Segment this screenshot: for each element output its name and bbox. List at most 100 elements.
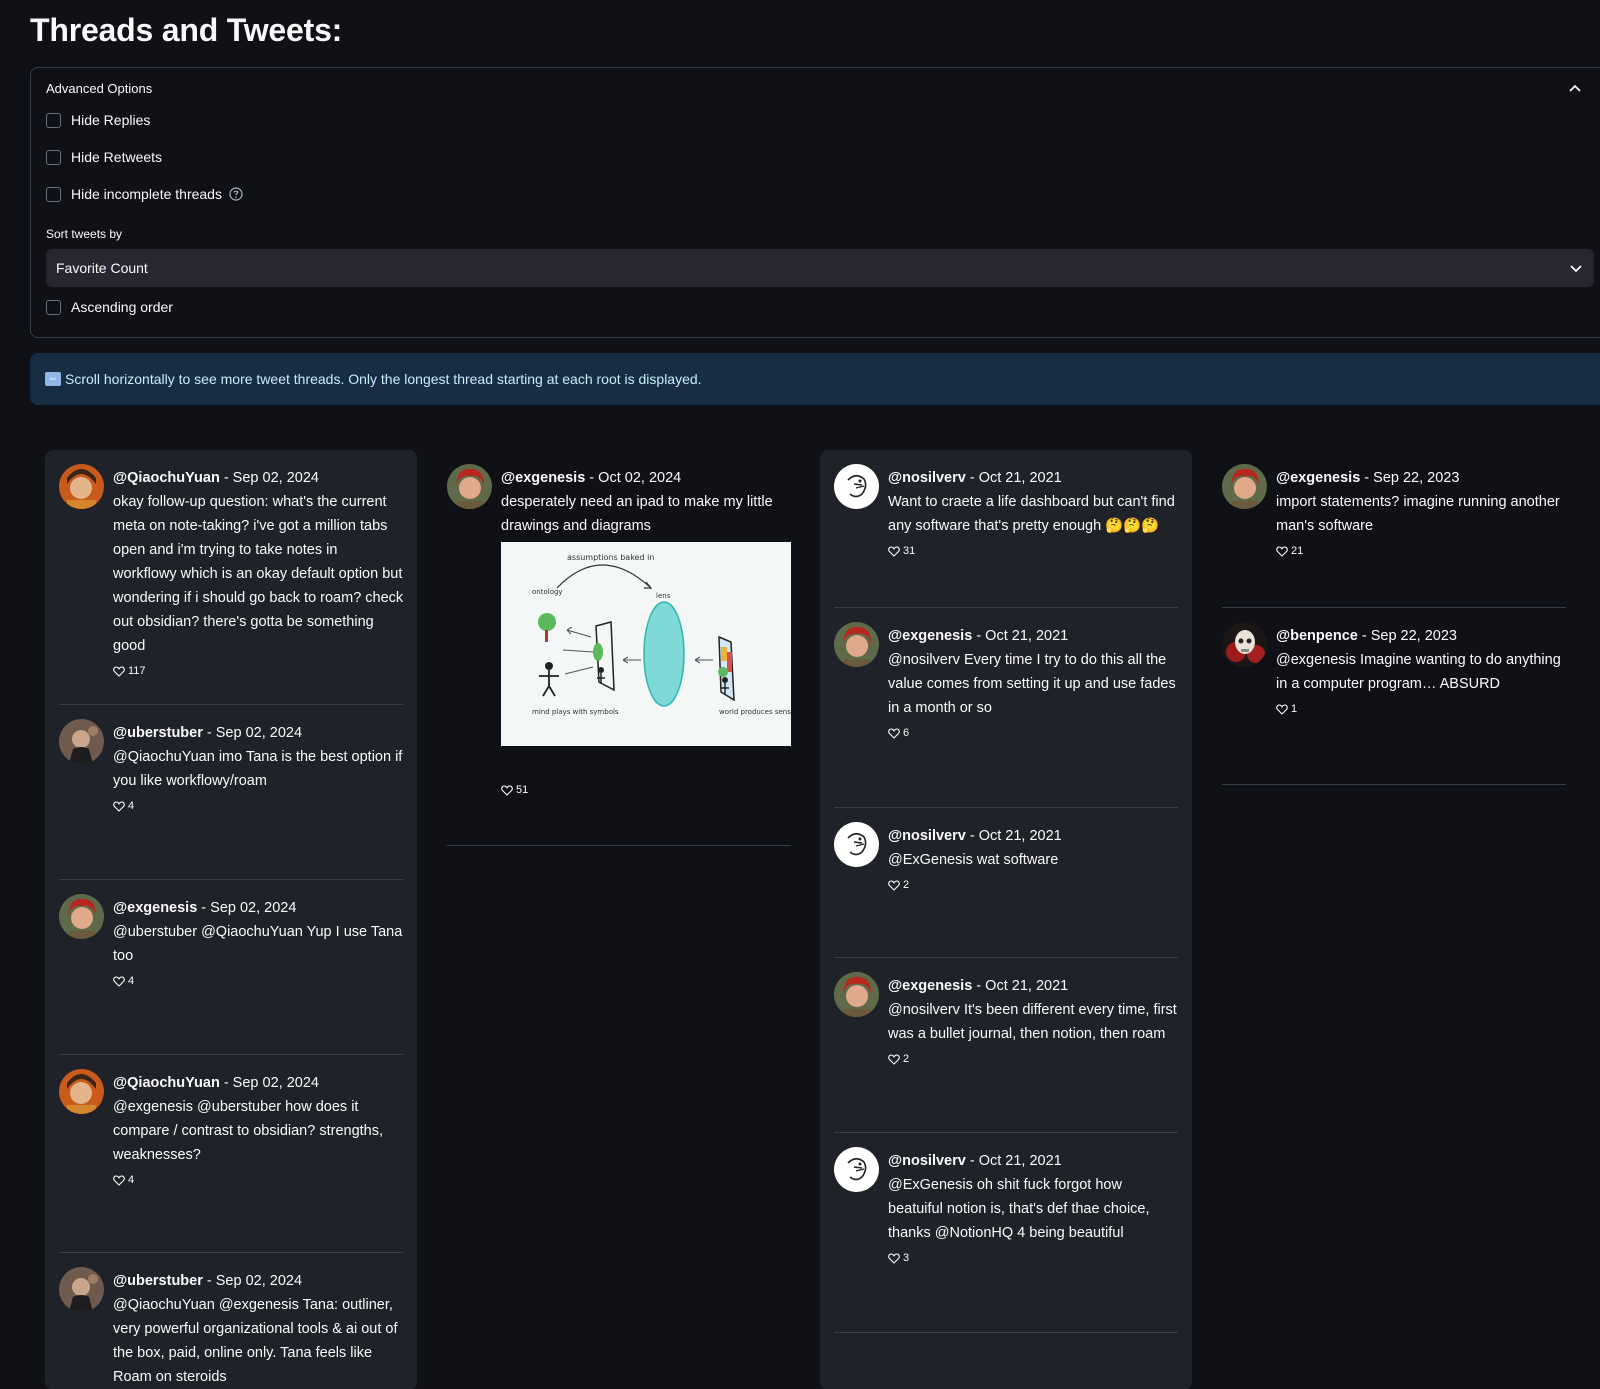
avatar[interactable] xyxy=(834,822,879,867)
tweet-card: @exgenesis - Sep 22, 2023 import stateme… xyxy=(1222,450,1566,608)
like-count: 31 xyxy=(888,539,1180,563)
avatar[interactable] xyxy=(1222,464,1267,509)
tweet-handle[interactable]: @nosilverv xyxy=(888,470,966,486)
checkbox-box[interactable] xyxy=(46,149,61,165)
tweet-text: import statements? imagine running anoth… xyxy=(1276,494,1560,534)
tweet-card: @exgenesis - Sep 02, 2024 @uberstuber @Q… xyxy=(59,880,403,1055)
avatar[interactable] xyxy=(59,894,104,939)
avatar[interactable] xyxy=(59,464,104,509)
like-count: 21 xyxy=(1276,539,1568,563)
hide-incomplete-label: Hide incomplete threads xyxy=(71,186,222,202)
tweet-handle[interactable]: @benpence xyxy=(1276,628,1358,644)
like-count: 4 xyxy=(113,969,405,993)
left-right-arrow-icon: ⇔ xyxy=(45,372,61,386)
like-count: 4 xyxy=(113,794,405,818)
like-count-value: 31 xyxy=(903,545,916,557)
diagram-lens-label: lens xyxy=(656,592,671,600)
tweet-text: Want to craete a life dashboard but can'… xyxy=(888,494,1175,534)
tweet-date: - Sep 02, 2024 xyxy=(202,725,303,741)
tweet-date: - Sep 02, 2024 xyxy=(197,900,297,916)
thread-column-2[interactable]: @exgenesis - Oct 02, 2024 desperately ne… xyxy=(433,450,813,846)
checkbox-box[interactable] xyxy=(46,299,61,315)
tweet-card: @QiaochuYuan - Sep 02, 2024 @exgenesis @… xyxy=(59,1055,403,1253)
tweet-card: @nosilverv - Oct 21, 2021 @ExGenesis wat… xyxy=(834,808,1178,958)
like-count-value: 4 xyxy=(128,800,135,812)
tweet-text: @exgenesis @uberstuber how does it compa… xyxy=(113,1099,384,1163)
like-count: 3 xyxy=(888,1246,1180,1270)
like-count: 51 xyxy=(501,778,793,802)
tweet-date: - Sep 22, 2023 xyxy=(1357,628,1457,644)
avatar[interactable] xyxy=(59,1267,104,1312)
checkbox-box[interactable] xyxy=(46,112,61,128)
avatar[interactable] xyxy=(834,1147,879,1192)
sort-tweets-select[interactable]: Favorite Count xyxy=(46,249,1594,287)
tweet-handle[interactable]: @exgenesis xyxy=(888,978,972,994)
tweet-handle[interactable]: @exgenesis xyxy=(113,900,197,916)
tweet-handle[interactable]: @exgenesis xyxy=(1276,470,1360,486)
avatar[interactable] xyxy=(59,719,104,764)
like-count-value: 4 xyxy=(128,1174,135,1186)
tweet-text: @ExGenesis oh shit fuck forgot how beatu… xyxy=(888,1177,1150,1241)
tweet-text: @uberstuber @QiaochuYuan Yup I use Tana … xyxy=(113,924,403,964)
avatar[interactable] xyxy=(1222,622,1267,667)
avatar[interactable] xyxy=(59,1069,104,1114)
heart-icon xyxy=(1276,703,1288,715)
tweet-text: @nosilverv It's been different every tim… xyxy=(888,1002,1177,1042)
help-icon[interactable] xyxy=(229,187,243,201)
chevron-down-icon[interactable] xyxy=(1568,260,1584,276)
hide-incomplete-threads-checkbox[interactable]: Hide incomplete threads xyxy=(46,186,243,202)
heart-icon xyxy=(113,665,125,677)
checkbox-box[interactable] xyxy=(46,186,61,202)
ascending-order-label: Ascending order xyxy=(71,299,173,315)
avatar[interactable] xyxy=(447,464,492,509)
chevron-up-icon[interactable] xyxy=(1567,80,1583,96)
heart-icon xyxy=(113,800,125,812)
tweet-handle[interactable]: @QiaochuYuan xyxy=(113,1075,220,1091)
like-count-value: 4 xyxy=(128,975,135,987)
avatar[interactable] xyxy=(834,622,879,667)
thread-column-1[interactable]: @QiaochuYuan - Sep 02, 2024 okay follow-… xyxy=(45,450,417,1389)
sort-selected-value: Favorite Count xyxy=(56,260,148,276)
tweet-date: - Oct 21, 2021 xyxy=(972,628,1069,644)
tweet-handle[interactable]: @QiaochuYuan xyxy=(113,470,220,486)
info-text: Scroll horizontally to see more tweet th… xyxy=(65,371,702,387)
tweet-handle[interactable]: @nosilverv xyxy=(888,1153,966,1169)
like-count-value: 3 xyxy=(903,1252,910,1264)
tweet-date: - Oct 21, 2021 xyxy=(972,978,1069,994)
hide-replies-checkbox[interactable]: Hide Replies xyxy=(46,112,150,128)
tweet-text: @exgenesis Imagine wanting to do anythin… xyxy=(1276,652,1561,692)
like-count: 4 xyxy=(113,1168,405,1192)
hide-retweets-checkbox[interactable]: Hide Retweets xyxy=(46,149,162,165)
tweet-text: @nosilverv Every time I try to do this a… xyxy=(888,652,1176,716)
tweet-card: @uberstuber - Sep 02, 2024 @QiaochuYuan … xyxy=(59,705,403,880)
diagram-mind-label: mind plays with symbols xyxy=(532,708,619,716)
tweet-handle[interactable]: @nosilverv xyxy=(888,828,966,844)
tweet-handle[interactable]: @exgenesis xyxy=(888,628,972,644)
heart-icon xyxy=(888,727,900,739)
tweet-date: - Sep 22, 2023 xyxy=(1360,470,1460,486)
ascending-order-checkbox[interactable]: Ascending order xyxy=(46,299,173,315)
thread-column-3[interactable]: @nosilverv - Oct 21, 2021 Want to craete… xyxy=(820,450,1192,1389)
heart-icon xyxy=(501,784,513,796)
tweet-text: @QiaochuYuan @exgenesis Tana: outliner, … xyxy=(113,1297,398,1385)
tweet-card: @exgenesis - Oct 02, 2024 desperately ne… xyxy=(447,450,813,846)
tweet-handle[interactable]: @exgenesis xyxy=(501,470,585,486)
tweet-handle[interactable]: @uberstuber xyxy=(113,725,203,741)
thread-column-4[interactable]: @exgenesis - Sep 22, 2023 import stateme… xyxy=(1208,450,1580,785)
avatar[interactable] xyxy=(834,464,879,509)
avatar[interactable] xyxy=(834,972,879,1017)
tweet-date: - Sep 02, 2024 xyxy=(202,1273,303,1289)
advanced-options-toggle-label[interactable]: Advanced Options xyxy=(46,81,152,96)
tweet-handle[interactable]: @uberstuber xyxy=(113,1273,203,1289)
like-count: 117 xyxy=(113,659,405,683)
sort-tweets-label: Sort tweets by xyxy=(46,227,123,241)
like-count-value: 1 xyxy=(1291,703,1298,715)
like-count: 1 xyxy=(1276,697,1568,721)
like-count: 2 xyxy=(888,873,1180,897)
like-count-value: 21 xyxy=(1291,545,1304,557)
advanced-options-expander: Advanced Options Hide Replies Hide Retwe… xyxy=(30,67,1600,338)
tweet-card: @exgenesis - Oct 21, 2021 @nosilverv Eve… xyxy=(834,608,1178,808)
tweet-image-diagram[interactable]: assumptions baked in ontology lens mind … xyxy=(501,542,813,746)
tweet-card: @exgenesis - Oct 21, 2021 @nosilverv It'… xyxy=(834,958,1178,1133)
like-count-value: 51 xyxy=(516,784,529,796)
